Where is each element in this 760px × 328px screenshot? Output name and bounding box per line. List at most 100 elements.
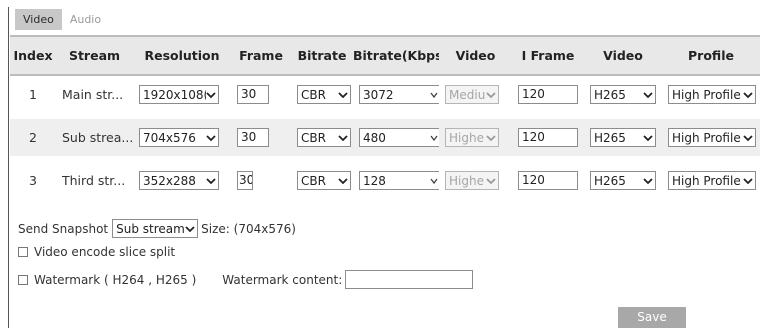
watermark-checkbox[interactable] [18, 274, 28, 285]
header-index: Index [10, 35, 56, 76]
chevron-down-icon [185, 225, 195, 232]
chevron-down-icon [643, 177, 653, 184]
bitrate-kbps-combo[interactable]: 128 [359, 171, 439, 190]
video-quality-value: Mediu [449, 87, 486, 102]
watermark-content-label: Watermark content: [222, 272, 343, 287]
snapshot-stream-value: Sub stream [116, 221, 185, 236]
bitrate-type-select[interactable]: CBR [297, 128, 351, 147]
snapshot-stream-select[interactable]: Sub stream [112, 219, 199, 238]
iframe-input[interactable]: 120 [518, 85, 578, 104]
profile-value: High Profile [672, 130, 741, 145]
profile-select[interactable]: High Profile [668, 85, 756, 104]
cell-stream: Sub strea... [56, 116, 133, 162]
resolution-value: 352x288 [143, 173, 196, 188]
bitrate-kbps-combo[interactable]: 3072 [359, 85, 439, 104]
cell-index: 3 [10, 159, 56, 205]
video-codec-value: H265 [594, 130, 626, 145]
slice-split-row: Video encode slice split [18, 245, 175, 259]
header-bitrate-kbps: Bitrate(Kbps) [353, 35, 439, 76]
bitrate-type-select[interactable]: CBR [297, 85, 351, 104]
table-header-row: Index Stream Resolution Frame Bitrate Bi… [10, 35, 760, 76]
header-frame: Frame [231, 35, 291, 76]
bitrate-kbps-value: 128 [363, 173, 386, 188]
chevron-down-icon [486, 91, 496, 98]
table-row: 1 Main str... 1920x108( 30 CBR 3072 Medi… [10, 75, 760, 119]
header-stream: Stream [56, 35, 133, 76]
chevron-down-icon [743, 91, 753, 98]
iframe-input[interactable]: 120 [518, 171, 578, 190]
chevron-down-icon [643, 134, 653, 141]
chevron-down-icon [338, 91, 348, 98]
combo-dropdown-icon[interactable] [428, 91, 439, 99]
save-button[interactable]: Save [618, 307, 686, 328]
tab-audio[interactable]: Audio [62, 9, 109, 30]
bitrate-kbps-combo[interactable]: 480 [359, 128, 439, 147]
iframe-input[interactable]: 120 [518, 128, 578, 147]
frame-border [8, 7, 9, 328]
slice-split-label: Video encode slice split [34, 245, 176, 259]
video-codec-select[interactable]: H265 [590, 85, 656, 104]
chevron-down-icon [338, 134, 348, 141]
video-quality-select: Mediu [445, 85, 499, 104]
frame-input[interactable]: 30 [237, 128, 269, 147]
snapshot-row: Send Snapshot Sub stream Size: (704x576) [18, 219, 296, 238]
bitrate-type-value: CBR [301, 87, 326, 102]
video-quality-select: Highe [445, 128, 499, 147]
profile-value: High Profile [672, 173, 741, 188]
watermark-label: Watermark ( H264 , H265 ) [34, 272, 197, 287]
header-bitrate: Bitrate [291, 35, 353, 76]
bitrate-type-value: CBR [301, 173, 326, 188]
chevron-down-icon [486, 134, 496, 141]
video-codec-select[interactable]: H265 [590, 171, 656, 190]
bitrate-type-value: CBR [301, 130, 326, 145]
chevron-down-icon [206, 177, 216, 184]
chevron-down-icon [486, 177, 496, 184]
resolution-select[interactable]: 704x576 [139, 128, 219, 147]
header-video-codec: Video [584, 35, 662, 76]
profile-select[interactable]: High Profile [668, 128, 756, 147]
header-resolution: Resolution [133, 35, 231, 76]
frame-input[interactable]: 30 [237, 85, 269, 104]
chevron-down-icon [206, 91, 216, 98]
profile-select[interactable]: High Profile [668, 171, 756, 190]
chevron-down-icon [743, 134, 753, 141]
resolution-value: 704x576 [143, 130, 196, 145]
header-video-quality: Video [439, 35, 512, 76]
cell-stream: Third str... [56, 159, 133, 205]
video-codec-select[interactable]: H265 [590, 128, 656, 147]
chevron-down-icon [338, 177, 348, 184]
bitrate-kbps-value: 3072 [363, 87, 394, 102]
video-codec-value: H265 [594, 173, 626, 188]
snapshot-size-text: Size: (704x576) [201, 221, 296, 236]
combo-dropdown-icon[interactable] [428, 134, 439, 142]
header-iframe: I Frame [512, 35, 584, 76]
chevron-down-icon [643, 91, 653, 98]
resolution-select[interactable]: 1920x108( [139, 85, 219, 104]
tab-video[interactable]: Video [15, 9, 62, 30]
watermark-content-input[interactable] [345, 270, 474, 289]
stream-table-container: Index Stream Resolution Frame Bitrate Bi… [10, 35, 760, 205]
frame-input[interactable]: 30 [237, 171, 253, 190]
snapshot-label: Send Snapshot [18, 221, 109, 236]
cell-stream: Main str... [56, 75, 133, 119]
bitrate-type-select[interactable]: CBR [297, 171, 351, 190]
video-quality-select: Highe [445, 171, 499, 190]
resolution-select[interactable]: 352x288 [139, 171, 219, 190]
slice-split-checkbox[interactable] [18, 247, 28, 257]
header-profile: Profile [662, 35, 760, 76]
stream-table: Index Stream Resolution Frame Bitrate Bi… [10, 35, 760, 205]
cell-index: 1 [10, 75, 56, 119]
chevron-down-icon [206, 134, 216, 141]
profile-value: High Profile [672, 87, 741, 102]
video-codec-value: H265 [594, 87, 626, 102]
tab-bar: Video Audio [15, 9, 109, 30]
resolution-value: 1920x108( [143, 87, 206, 102]
video-quality-value: Highe [449, 130, 484, 145]
chevron-down-icon [743, 177, 753, 184]
watermark-row: Watermark ( H264 , H265 ) Watermark cont… [18, 270, 474, 289]
table-row: 2 Sub strea... 704x576 30 CBR 480 Highe … [10, 116, 760, 162]
cell-index: 2 [10, 116, 56, 162]
combo-dropdown-icon[interactable] [428, 177, 439, 185]
table-row: 3 Third str... 352x288 30 CBR 128 Highe … [10, 159, 760, 205]
video-quality-value: Highe [449, 173, 484, 188]
